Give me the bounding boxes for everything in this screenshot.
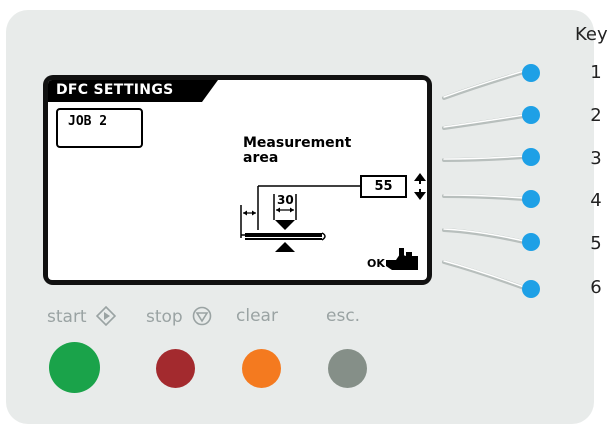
softkey-5[interactable] [522,233,540,251]
measurement-value: 55 [374,179,393,194]
clear-button[interactable] [242,349,281,388]
key-number: 4 [590,190,602,211]
esc-label: esc. [326,306,360,326]
ok-label: OK [367,257,385,270]
softkey-1[interactable] [522,64,540,82]
stop-label-text: stop [146,307,183,327]
esc-button[interactable] [328,349,367,388]
key-heading: Key [575,24,608,45]
pointing-hand-icon [386,248,418,270]
start-label-text: start [47,307,87,327]
stop-button[interactable] [156,349,195,388]
softkey-6[interactable] [522,280,540,298]
circle-triangle-icon [192,306,212,326]
key-number: 5 [590,233,602,254]
clear-label-text: clear [236,306,278,326]
esc-label-text: esc. [326,306,361,326]
stop-label: stop [146,306,212,327]
measurement-value-field[interactable]: 55 [360,175,407,198]
softkey-2[interactable] [522,106,540,124]
display-screen: DFC SETTINGS JOB 2 Measurement area 30 5… [43,75,432,285]
key-number: 2 [590,105,602,126]
softkey-3[interactable] [522,148,540,166]
down-arrow-icon [414,189,426,200]
clear-label: clear [236,306,278,326]
offset-value: 30 [277,193,294,207]
softkey-4[interactable] [522,190,540,208]
key-number: 3 [590,148,602,169]
start-label: start [47,305,117,327]
key-number: 6 [590,277,602,298]
up-arrow-icon [414,173,426,184]
key-number: 1 [590,62,602,83]
start-button[interactable] [49,342,100,393]
lcd-area: DFC SETTINGS JOB 2 Measurement area 30 5… [48,80,427,280]
diamond-arrow-icon [95,305,117,327]
